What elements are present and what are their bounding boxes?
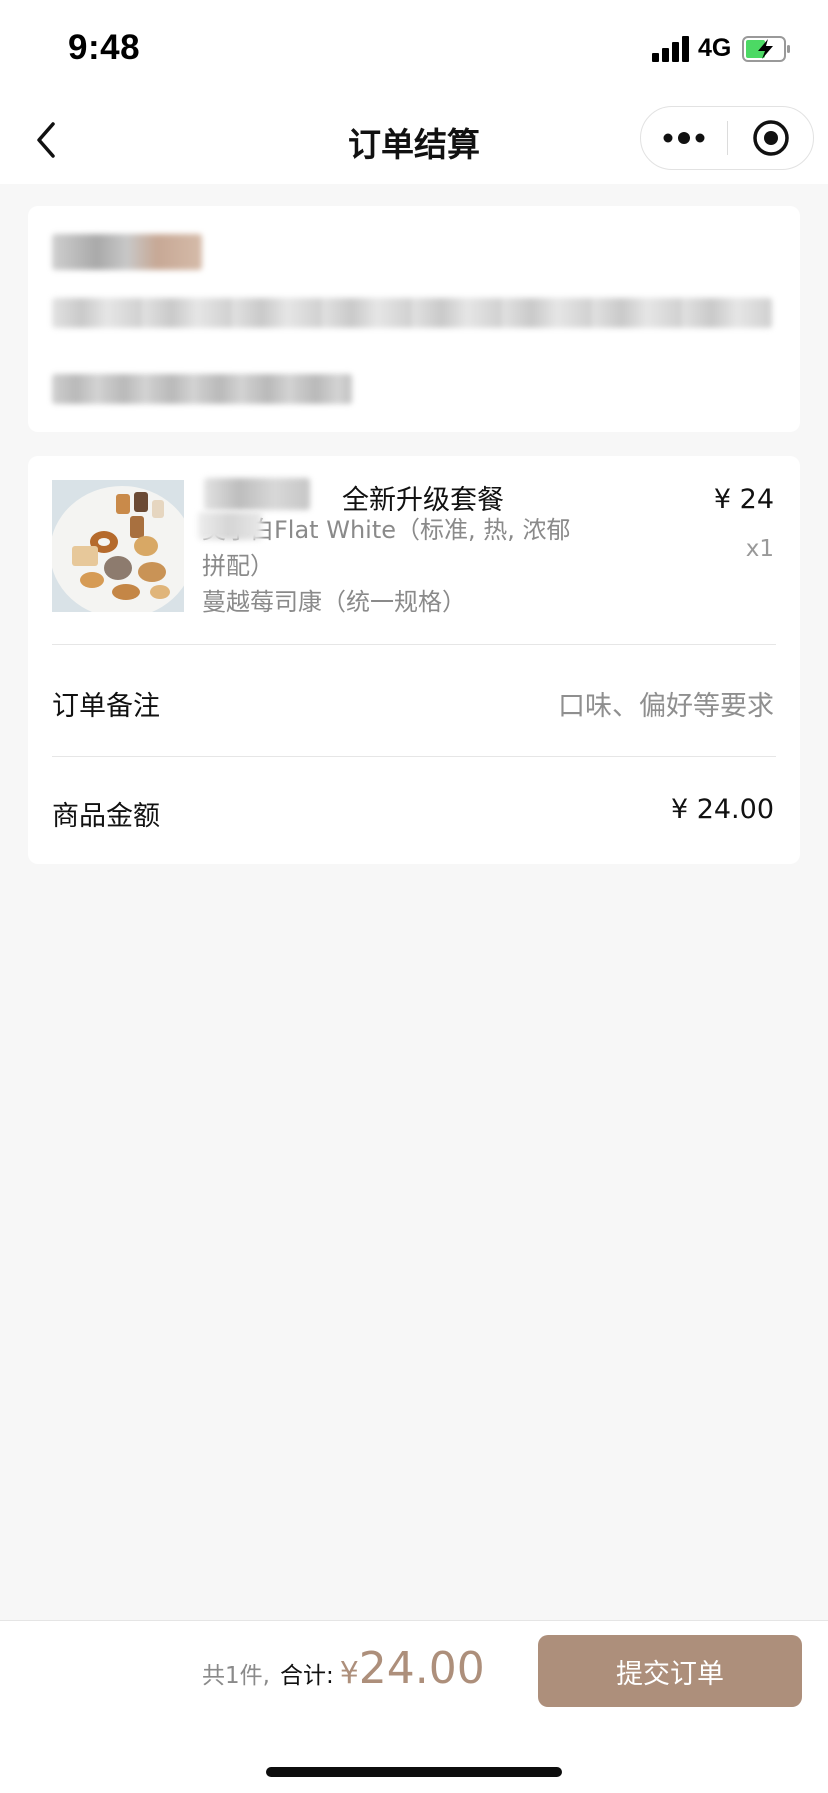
product-options: 奥小白Flat White（标准, 热, 浓郁 拼配） 蔓越莓司康（统一规格） <box>202 512 622 620</box>
close-button[interactable] <box>728 107 814 169</box>
product-image <box>52 480 184 612</box>
product-option-line: 拼配） <box>202 552 274 580</box>
redacted-address-line <box>52 298 772 328</box>
item-count: 共1件, <box>202 1663 270 1689</box>
nav-bar: 订单结算 <box>0 96 828 184</box>
status-bar: 9:48 4G <box>0 0 828 96</box>
more-button[interactable] <box>641 107 727 169</box>
status-time: 9:48 <box>68 28 141 67</box>
home-indicator[interactable] <box>266 1767 562 1777</box>
remark-label: 订单备注 <box>52 691 160 722</box>
target-circle-icon <box>753 120 789 156</box>
more-dots-icon <box>663 132 705 144</box>
remark-input[interactable]: 口味、偏好等要求 <box>558 684 774 723</box>
total-currency: ¥ <box>339 1656 359 1691</box>
total-amount: 24.00 <box>358 1643 485 1694</box>
mini-program-capsule <box>640 106 814 170</box>
divider <box>52 756 776 757</box>
redacted-phone <box>52 374 352 404</box>
battery-charging-icon <box>742 36 790 62</box>
product-option-line: 奥小白Flat White（标准, 热, 浓郁 <box>202 516 571 544</box>
divider <box>52 644 776 645</box>
redacted-product-prefix <box>204 478 310 510</box>
product-price: ¥ 24 <box>713 484 774 515</box>
amount-label: 商品金额 <box>52 801 160 832</box>
product-option-line: 蔓越莓司康（统一规格） <box>202 588 466 616</box>
redacted-option-prefix <box>198 512 262 540</box>
product-quantity: x1 <box>745 536 774 562</box>
address-card[interactable] <box>28 206 800 432</box>
amount-value: ¥ 24.00 <box>670 794 774 825</box>
network-type: 4G <box>698 34 732 62</box>
total-label: 合计: <box>279 1663 334 1689</box>
cellular-signal-icon <box>652 36 690 62</box>
order-summary: 共1件, 合计: ¥ 24.00 <box>202 1643 485 1699</box>
redacted-name <box>52 234 202 270</box>
order-card: 全新升级套餐 奥小白Flat White（标准, 热, 浓郁 拼配） 蔓越莓司康… <box>28 456 800 864</box>
submit-order-button[interactable]: 提交订单 <box>538 1635 802 1707</box>
